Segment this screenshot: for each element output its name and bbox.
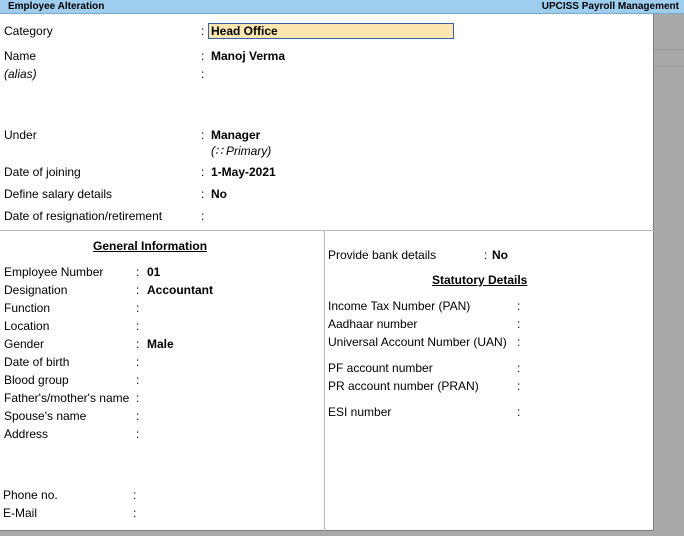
designation-field[interactable]: Accountant	[147, 283, 213, 298]
colon: :	[136, 319, 140, 333]
under-parent-group: (∷ Primary)	[211, 144, 272, 158]
colon: :	[136, 301, 140, 315]
under-field[interactable]: Manager	[211, 128, 260, 143]
spouse-name-label: Spouse's name	[4, 409, 87, 423]
colon: :	[517, 299, 521, 313]
colon: :	[136, 373, 140, 387]
name-field[interactable]: Manoj Verma	[211, 49, 285, 64]
function-label: Function	[4, 301, 51, 315]
gender-label: Gender	[4, 337, 45, 351]
app-title: UPCISS Payroll Management	[541, 1, 679, 12]
column-divider	[324, 230, 325, 531]
section-divider	[0, 230, 654, 231]
colon: :	[517, 361, 521, 375]
gender-field[interactable]: Male	[147, 337, 174, 352]
general-information-heading: General Information	[93, 239, 208, 253]
colon: :	[136, 355, 140, 369]
category-field[interactable]: Head Office	[208, 23, 454, 39]
define-salary-field[interactable]: No	[211, 187, 227, 202]
colon: :	[201, 165, 205, 179]
pf-account-label: PF account number	[328, 361, 433, 375]
date-of-joining-field[interactable]: 1-May-2021	[211, 165, 276, 180]
parent-name-label: Father's/mother's name	[4, 391, 130, 405]
colon: :	[136, 391, 140, 405]
resignation-date-label: Date of resignation/retirement	[4, 209, 163, 223]
colon: :	[484, 248, 488, 262]
window-title: Employee Alteration	[8, 1, 105, 12]
colon: :	[517, 317, 521, 331]
background-area	[654, 14, 684, 536]
employee-alteration-form: Category : Head Office Name : Manoj Verm…	[0, 14, 654, 531]
designation-label: Designation	[4, 283, 68, 297]
provide-bank-details-label: Provide bank details	[328, 248, 437, 262]
colon: :	[136, 283, 140, 297]
pran-label: PR account number (PRAN)	[328, 379, 479, 393]
date-of-joining-label: Date of joining	[4, 165, 81, 179]
name-label: Name	[4, 49, 37, 63]
location-label: Location	[4, 319, 50, 333]
esi-number-label: ESI number	[328, 405, 392, 419]
title-bar: Employee Alteration UPCISS Payroll Manag…	[0, 0, 684, 14]
aadhaar-label: Aadhaar number	[328, 317, 418, 331]
statutory-details-heading: Statutory Details	[432, 273, 528, 287]
colon: :	[136, 427, 140, 441]
colon: :	[201, 49, 205, 63]
employee-number-field[interactable]: 01	[147, 265, 160, 280]
colon: :	[136, 409, 140, 423]
category-label: Category	[4, 24, 53, 38]
alias-label: (alias)	[4, 67, 37, 81]
phone-label: Phone no.	[3, 488, 58, 502]
email-label: E-Mail	[3, 506, 38, 520]
provide-bank-details-field[interactable]: No	[492, 248, 508, 263]
date-of-birth-label: Date of birth	[4, 355, 70, 369]
colon: :	[201, 24, 205, 38]
colon: :	[517, 335, 521, 349]
address-label: Address	[4, 427, 49, 441]
define-salary-label: Define salary details	[4, 187, 113, 201]
colon: :	[133, 488, 137, 502]
colon: :	[201, 209, 205, 223]
under-label: Under	[4, 128, 37, 142]
background-line	[654, 66, 684, 67]
colon: :	[517, 379, 521, 393]
employee-number-label: Employee Number	[4, 265, 104, 279]
pan-label: Income Tax Number (PAN)	[328, 299, 471, 313]
colon: :	[201, 67, 205, 81]
colon: :	[136, 265, 140, 279]
blood-group-label: Blood group	[4, 373, 69, 387]
background-line	[654, 49, 684, 50]
colon: :	[133, 506, 137, 520]
uan-label: Universal Account Number (UAN)	[328, 335, 507, 349]
colon: :	[517, 405, 521, 419]
colon: :	[201, 187, 205, 201]
colon: :	[201, 128, 205, 142]
colon: :	[136, 337, 140, 351]
